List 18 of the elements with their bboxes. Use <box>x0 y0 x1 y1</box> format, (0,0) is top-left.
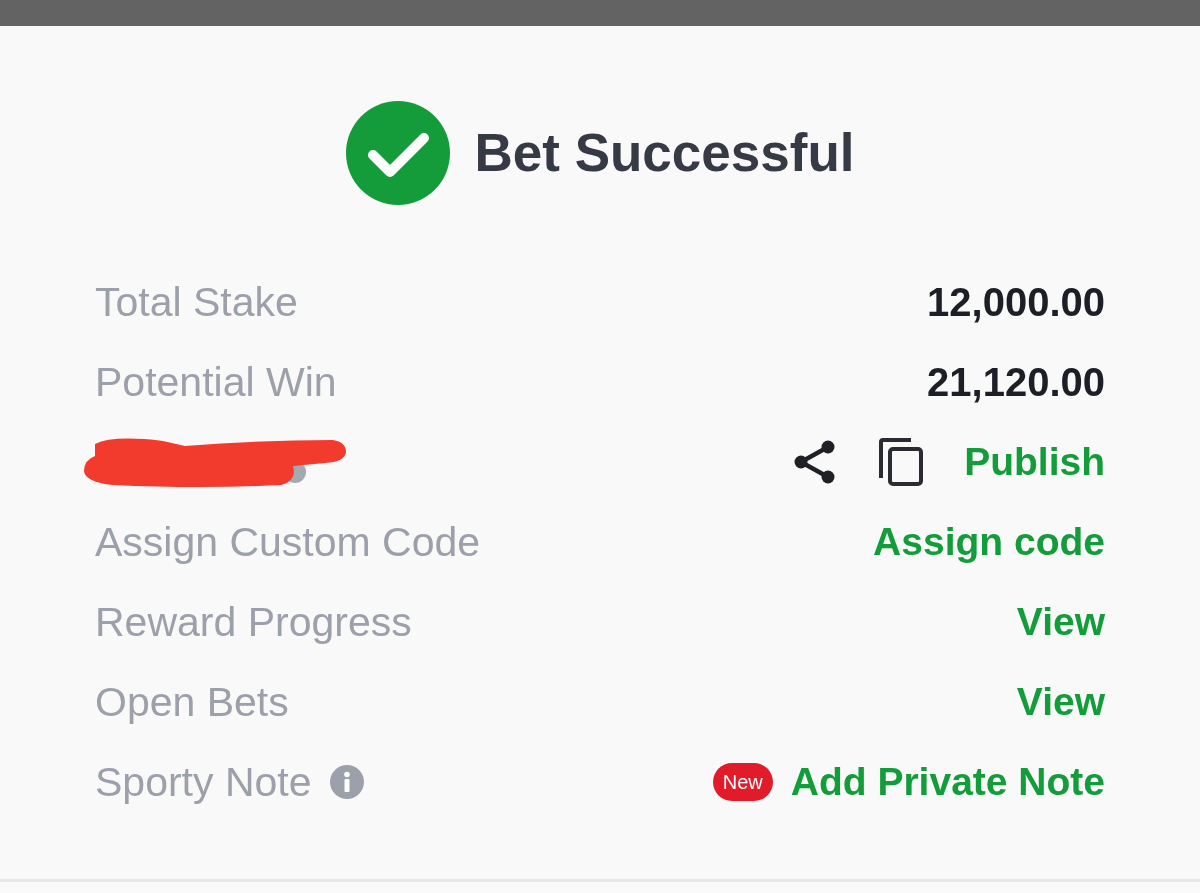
success-title: Bet Successful <box>474 123 855 183</box>
row-link[interactable]: Add Private Note <box>790 758 1105 806</box>
row-link[interactable]: View <box>1016 678 1105 726</box>
row-label: Potential Win <box>95 358 337 406</box>
amount-value: 21,120.00 <box>927 359 1105 406</box>
row-label: Open Bets <box>95 678 289 726</box>
row-link[interactable]: Assign code <box>873 518 1105 566</box>
info-icon[interactable] <box>329 765 364 799</box>
row-label: Reward Progress <box>95 598 412 646</box>
check-circle-icon <box>345 101 450 205</box>
row-label: Sporty Note <box>95 758 312 806</box>
copy-icon[interactable] <box>878 438 925 486</box>
row-link[interactable]: Publish <box>964 438 1105 486</box>
row-link[interactable]: View <box>1016 598 1105 646</box>
amount-value: 12,000.00 <box>927 279 1105 326</box>
new-badge: New <box>712 763 773 801</box>
row-label: Total Stake <box>95 278 298 326</box>
row-label: Assign Custom Code <box>95 518 481 566</box>
